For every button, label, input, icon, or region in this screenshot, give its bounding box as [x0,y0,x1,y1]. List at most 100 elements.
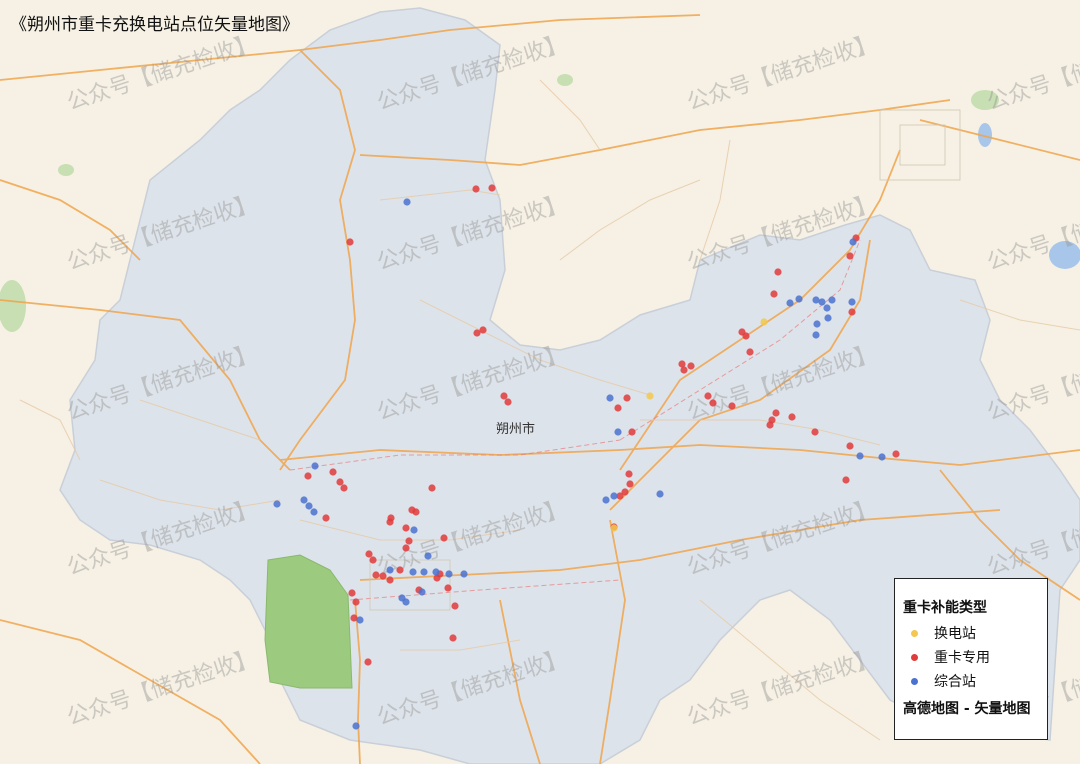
heavy-truck-station-marker[interactable] [488,184,496,192]
heavy-truck-station-marker[interactable] [846,252,854,260]
integrated-station-marker[interactable] [418,588,426,596]
heavy-truck-station-marker[interactable] [352,598,360,606]
heavy-truck-station-marker[interactable] [379,572,387,580]
integrated-station-marker[interactable] [445,570,453,578]
heavy-truck-station-marker[interactable] [623,394,631,402]
integrated-station-marker[interactable] [656,490,664,498]
integrated-station-marker[interactable] [606,394,614,402]
heavy-truck-station-marker[interactable] [396,566,404,574]
heavy-truck-station-marker[interactable] [369,556,377,564]
heavy-truck-station-marker[interactable] [709,399,717,407]
heavy-truck-station-marker[interactable] [728,402,736,410]
integrated-station-marker[interactable] [849,238,857,246]
heavy-truck-station-marker[interactable] [479,326,487,334]
integrated-station-marker[interactable] [813,320,821,328]
heavy-truck-station-marker[interactable] [848,308,856,316]
integrated-station-marker[interactable] [602,496,610,504]
legend-item-integrated: 综合站 [903,669,1047,693]
integrated-station-marker[interactable] [409,568,417,576]
heavy-truck-station-marker[interactable] [770,290,778,298]
integrated-station-marker[interactable] [432,568,440,576]
integrated-station-marker[interactable] [410,526,418,534]
heavy-truck-station-marker[interactable] [428,484,436,492]
integrated-station-marker[interactable] [610,492,618,500]
heavy-truck-station-marker[interactable] [387,514,395,522]
integrated-station-marker[interactable] [786,299,794,307]
integrated-station-marker[interactable] [460,570,468,578]
heavy-truck-station-marker[interactable] [329,468,337,476]
heavy-truck-station-marker[interactable] [348,589,356,597]
heavy-truck-station-marker[interactable] [626,480,634,488]
integrated-station-marker[interactable] [310,508,318,516]
swap-station-marker[interactable] [760,318,768,326]
integrated-station-marker[interactable] [305,502,313,510]
integrated-station-marker[interactable] [420,568,428,576]
heavy-truck-station-marker[interactable] [346,238,354,246]
heavy-truck-station-marker[interactable] [412,508,420,516]
legend-item-swap: 换电站 [903,621,1047,645]
heavy-truck-station-marker[interactable] [472,185,480,193]
swap-station-marker[interactable] [610,524,618,532]
heavy-truck-station-marker[interactable] [774,268,782,276]
integrated-station-marker[interactable] [795,295,803,303]
integrated-station-marker[interactable] [402,598,410,606]
legend-title: 重卡补能类型 [903,600,987,616]
heavy-truck-station-marker[interactable] [772,409,780,417]
integrated-station-marker[interactable] [828,296,836,304]
heavy-truck-station-marker[interactable] [449,634,457,642]
heavy-truck-station-marker[interactable] [340,484,348,492]
integrated-station-marker[interactable] [386,566,394,574]
integrated-station-marker[interactable] [823,304,831,312]
heavy-truck-station-marker[interactable] [842,476,850,484]
heavy-truck-station-marker[interactable] [788,413,796,421]
heavy-truck-station-marker[interactable] [364,658,372,666]
integrated-station-marker[interactable] [812,331,820,339]
integrated-station-marker[interactable] [848,298,856,306]
heavy-truck-station-marker[interactable] [680,366,688,374]
heavy-truck-station-marker[interactable] [504,398,512,406]
heavy-truck-station-marker[interactable] [402,544,410,552]
legend-label-integrated: 综合站 [934,674,976,690]
integrated-station-marker[interactable] [352,722,360,730]
heavy-dot-icon [911,653,918,661]
integrated-station-marker[interactable] [356,616,364,624]
heavy-truck-station-marker[interactable] [628,428,636,436]
heavy-truck-station-marker[interactable] [365,550,373,558]
heavy-truck-station-marker[interactable] [405,537,413,545]
heavy-truck-station-marker[interactable] [746,348,754,356]
heavy-truck-station-marker[interactable] [846,442,854,450]
heavy-truck-station-marker[interactable] [402,524,410,532]
integrated-station-marker[interactable] [824,314,832,322]
heavy-truck-station-marker[interactable] [451,602,459,610]
heavy-truck-station-marker[interactable] [372,571,380,579]
swap-station-marker[interactable] [646,392,654,400]
heavy-truck-station-marker[interactable] [304,472,312,480]
integrated-station-marker[interactable] [856,452,864,460]
integrated-station-marker[interactable] [300,496,308,504]
heavy-truck-station-marker[interactable] [625,470,633,478]
heavy-truck-station-marker[interactable] [704,392,712,400]
heavy-truck-station-marker[interactable] [687,362,695,370]
heavy-truck-station-marker[interactable] [444,584,452,592]
heavy-truck-station-marker[interactable] [742,332,750,340]
heavy-truck-station-marker[interactable] [500,392,508,400]
heavy-truck-station-marker[interactable] [768,416,776,424]
heavy-truck-station-marker[interactable] [614,404,622,412]
swap-dot-icon [911,629,918,637]
integrated-station-marker[interactable] [273,500,281,508]
integrated-station-marker[interactable] [614,428,622,436]
heavy-truck-station-marker[interactable] [811,428,819,436]
map-legend: 重卡补能类型 换电站 重卡专用 综合站 高德地图 - 矢量地图 [894,578,1048,740]
heavy-truck-station-marker[interactable] [386,576,394,584]
integrated-station-marker[interactable] [878,453,886,461]
heavy-truck-station-marker[interactable] [322,514,330,522]
integrated-station-marker[interactable] [403,198,411,206]
legend-label-swap: 换电站 [934,626,976,642]
integrated-station-marker[interactable] [311,462,319,470]
heavy-truck-station-marker[interactable] [336,478,344,486]
integrated-station-marker[interactable] [424,552,432,560]
heavy-truck-station-marker[interactable] [440,534,448,542]
heavy-truck-station-marker[interactable] [892,450,900,458]
integrated-station-marker[interactable] [818,298,826,306]
map-source: 高德地图 - 矢量地图 [903,701,1031,717]
